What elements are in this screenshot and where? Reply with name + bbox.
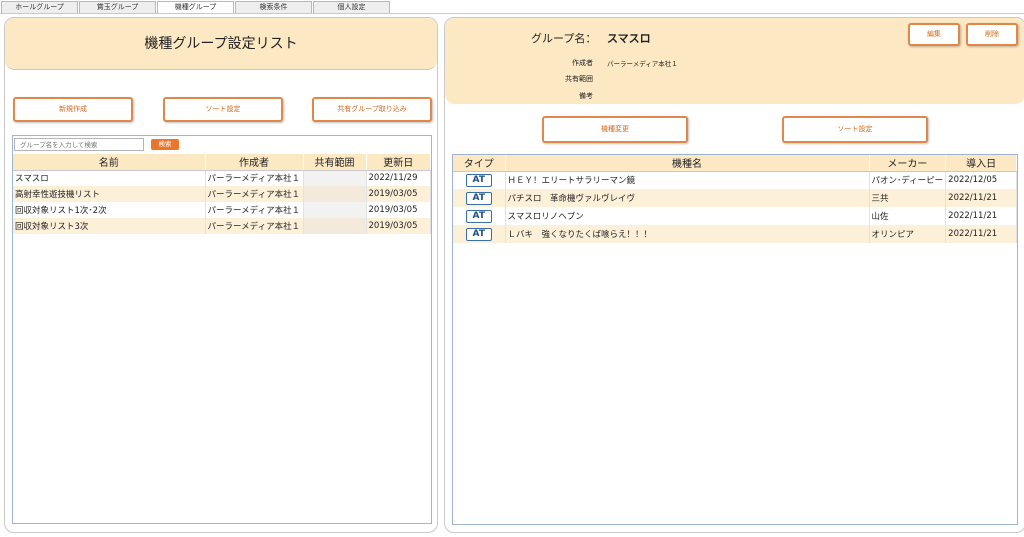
search-button[interactable]: 検索 xyxy=(151,139,179,150)
table-header-row: 名前 作成者 共有範囲 更新日 xyxy=(13,154,431,171)
tab-bar: ホールグループ 賞玉グループ 機種グループ 検索条件 個人設定 xyxy=(0,0,1024,14)
col-header-machine-name[interactable]: 機種名 xyxy=(505,155,870,172)
col-header-type[interactable]: タイプ xyxy=(453,155,506,172)
row-updated: 2022/11/29 xyxy=(366,170,431,186)
edit-button[interactable]: 編集 xyxy=(908,23,960,46)
table-header-row: タイプ 機種名 メーカー 導入日 xyxy=(453,155,1017,172)
machine-sort-settings-button[interactable]: ソート設定 xyxy=(782,116,928,143)
table-row[interactable]: 高射幸性遊技機リスト パーラーメディア本社１ 2019/03/05 xyxy=(13,186,431,202)
row-name: スマスロ xyxy=(13,170,206,186)
sort-settings-button[interactable]: ソート設定 xyxy=(163,97,283,122)
row-machine-name: ＨＥＹ！エリートサラリーマン鏡 xyxy=(505,171,870,189)
row-maker: 山佐 xyxy=(869,207,947,225)
row-maker: オリンピア xyxy=(869,225,947,243)
row-install-date: 2022/11/21 xyxy=(945,207,1017,225)
row-type: AT xyxy=(453,207,506,225)
table-row[interactable]: AT パチスロ 革命機ヴァルヴレイヴ 三共 2022/11/21 xyxy=(453,189,1017,207)
row-creator: パーラーメディア本社１ xyxy=(205,202,304,218)
at-type-badge: AT xyxy=(465,227,492,241)
row-shared xyxy=(303,218,367,234)
group-table: 名前 作成者 共有範囲 更新日 スマスロ パーラーメディア本社１ 2022/11… xyxy=(13,154,431,234)
change-machines-button[interactable]: 機種変更 xyxy=(542,116,688,143)
row-maker: 三共 xyxy=(869,189,947,207)
row-type: AT xyxy=(453,171,506,189)
table-row[interactable]: スマスロ パーラーメディア本社１ 2022/11/29 xyxy=(13,170,431,186)
creator-value: パーラーメディア本社１ xyxy=(607,60,678,68)
row-shared xyxy=(303,170,367,186)
machine-table-frame: タイプ 機種名 メーカー 導入日 AT ＨＥＹ！エリートサラリーマン鏡 パオン･… xyxy=(452,154,1018,525)
group-detail-header: グループ名： スマスロ 作成者 パーラーメディア本社１ 共有範囲 備考 編集 削… xyxy=(445,18,1024,104)
row-creator: パーラーメディア本社１ xyxy=(205,186,304,202)
shared-range-label: 共有範囲 xyxy=(565,75,593,83)
import-shared-group-button[interactable]: 共有グループ取り込み xyxy=(312,97,432,122)
tab-hall-group[interactable]: ホールグループ xyxy=(1,1,78,13)
row-updated: 2019/03/05 xyxy=(366,202,431,218)
row-updated: 2019/03/05 xyxy=(366,218,431,234)
row-install-date: 2022/11/21 xyxy=(945,225,1017,243)
row-type: AT xyxy=(453,225,506,243)
group-name-value: スマスロ xyxy=(607,32,651,45)
table-row[interactable]: AT Ｌバキ 強くなりたくば喰らえ！！！ オリンピア 2022/11/21 xyxy=(453,225,1017,243)
at-type-badge: AT xyxy=(465,173,492,187)
row-name: 回収対象リスト1次･2次 xyxy=(13,202,206,218)
row-machine-name: Ｌバキ 強くなりたくば喰らえ！！！ xyxy=(505,225,870,243)
row-machine-name: パチスロ 革命機ヴァルヴレイヴ xyxy=(505,189,870,207)
group-list-panel: 機種グループ設定リスト 新規作成 ソート設定 共有グループ取り込み 検索 名前 … xyxy=(4,17,438,533)
col-header-install-date[interactable]: 導入日 xyxy=(945,155,1017,172)
machine-table: タイプ 機種名 メーカー 導入日 AT ＨＥＹ！エリートサラリーマン鏡 パオン･… xyxy=(453,155,1017,243)
row-updated: 2019/03/05 xyxy=(366,186,431,202)
new-group-button[interactable]: 新規作成 xyxy=(13,97,133,122)
group-detail-panel: グループ名： スマスロ 作成者 パーラーメディア本社１ 共有範囲 備考 編集 削… xyxy=(444,17,1024,533)
tab-prize-group[interactable]: 賞玉グループ xyxy=(79,1,156,13)
tab-personal-settings[interactable]: 個人設定 xyxy=(313,1,390,13)
table-row[interactable]: 回収対象リスト1次･2次 パーラーメディア本社１ 2019/03/05 xyxy=(13,202,431,218)
group-list-header: 機種グループ設定リスト xyxy=(5,18,437,70)
row-creator: パーラーメディア本社１ xyxy=(205,218,304,234)
table-row[interactable]: AT ＨＥＹ！エリートサラリーマン鏡 パオン･ディーピー 2022/12/05 xyxy=(453,171,1017,189)
group-search-input[interactable] xyxy=(14,138,144,151)
creator-label: 作成者 xyxy=(572,59,593,67)
row-type: AT xyxy=(453,189,506,207)
row-maker: パオン･ディーピー xyxy=(869,171,947,189)
group-name-label: グループ名： xyxy=(531,32,597,45)
tab-search-conditions[interactable]: 検索条件 xyxy=(235,1,312,13)
row-shared xyxy=(303,202,367,218)
table-row[interactable]: AT スマスロリノヘブン 山佐 2022/11/21 xyxy=(453,207,1017,225)
col-header-creator[interactable]: 作成者 xyxy=(205,154,304,171)
col-header-maker[interactable]: メーカー xyxy=(869,155,947,172)
row-name: 回収対象リスト3次 xyxy=(13,218,206,234)
note-label: 備考 xyxy=(579,92,593,100)
group-table-frame: 検索 名前 作成者 共有範囲 更新日 スマスロ パーラーメディア本社１ 2022… xyxy=(12,135,432,524)
col-header-name[interactable]: 名前 xyxy=(13,154,206,171)
row-install-date: 2022/11/21 xyxy=(945,189,1017,207)
at-type-badge: AT xyxy=(465,191,492,205)
row-shared xyxy=(303,186,367,202)
row-name: 高射幸性遊技機リスト xyxy=(13,186,206,202)
page-title: 機種グループ設定リスト xyxy=(144,36,298,52)
table-row[interactable]: 回収対象リスト3次 パーラーメディア本社１ 2019/03/05 xyxy=(13,218,431,234)
col-header-updated[interactable]: 更新日 xyxy=(366,154,431,171)
row-creator: パーラーメディア本社１ xyxy=(205,170,304,186)
delete-button[interactable]: 削除 xyxy=(966,23,1018,46)
col-header-shared[interactable]: 共有範囲 xyxy=(303,154,367,171)
at-type-badge: AT xyxy=(465,209,492,223)
tab-divider xyxy=(0,13,1024,14)
row-install-date: 2022/12/05 xyxy=(945,171,1017,189)
row-machine-name: スマスロリノヘブン xyxy=(505,207,870,225)
